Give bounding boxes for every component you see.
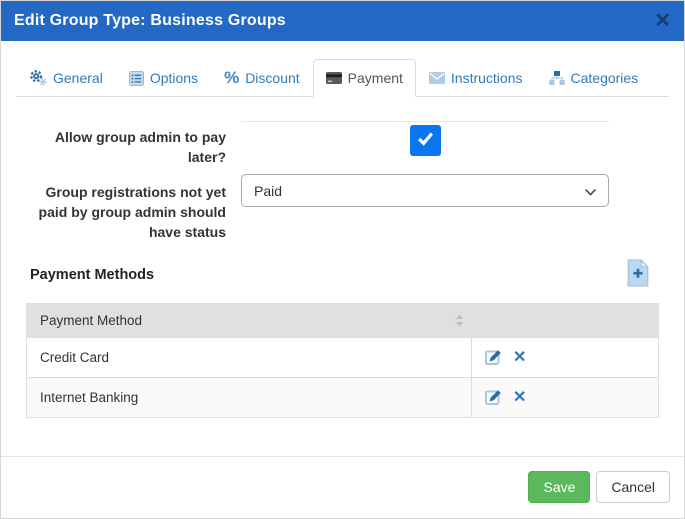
payment-methods-heading: Payment Methods — [30, 267, 154, 283]
status-select-value: Paid — [254, 183, 282, 199]
table-row: Credit Card ✕ — [27, 337, 658, 377]
tab-categories-label: Categories — [571, 70, 639, 86]
percent-icon: % — [224, 69, 239, 86]
delete-button[interactable]: ✕ — [513, 350, 526, 366]
status-select[interactable]: Paid — [241, 174, 609, 207]
tab-instructions-label: Instructions — [451, 70, 523, 86]
checkmark-icon — [415, 128, 436, 154]
payment-methods-table: Payment Method Credit Card — [26, 303, 659, 418]
edit-button[interactable] — [484, 387, 503, 409]
payment-methods-header-row: Payment Methods — [26, 260, 659, 290]
list-icon — [129, 71, 144, 86]
tab-discount-label: Discount — [245, 70, 299, 86]
tab-payment-label: Payment — [348, 70, 403, 86]
tab-panel-payment: Allow group admin to pay later? Group re… — [1, 121, 684, 418]
pay-later-checkbox[interactable] — [410, 125, 441, 156]
cancel-button[interactable]: Cancel — [596, 471, 670, 503]
delete-button[interactable]: ✕ — [513, 390, 526, 406]
envelope-icon — [429, 72, 445, 84]
pay-later-field — [241, 121, 609, 167]
modal-footer: Save Cancel — [1, 456, 684, 518]
payment-method-name: Credit Card — [27, 338, 472, 377]
file-plus-icon — [627, 259, 649, 292]
tab-general-label: General — [53, 70, 103, 86]
table-header-row: Payment Method — [27, 304, 658, 337]
table-row: Internet Banking ✕ — [27, 377, 658, 417]
sitemap-icon — [549, 71, 565, 85]
edit-group-type-modal: Edit Group Type: Business Groups ✕ Gener… — [0, 0, 685, 519]
edit-button[interactable] — [484, 347, 503, 369]
tab-instructions[interactable]: Instructions — [416, 59, 536, 97]
tab-payment[interactable]: Payment — [313, 59, 416, 97]
save-button[interactable]: Save — [528, 471, 590, 503]
row-actions: ✕ — [472, 338, 658, 377]
status-row: Group registrations not yet paid by grou… — [26, 174, 659, 242]
tab-bar: General Options % Discount — [16, 58, 669, 97]
pay-later-label: Allow group admin to pay later? — [26, 121, 241, 167]
tab-discount[interactable]: % Discount — [211, 58, 313, 97]
row-actions: ✕ — [472, 378, 658, 417]
column-header-payment-method[interactable]: Payment Method — [27, 304, 472, 337]
sort-icon[interactable] — [455, 314, 464, 327]
edit-icon — [484, 347, 503, 369]
status-label: Group registrations not yet paid by grou… — [26, 174, 241, 242]
add-payment-method-button[interactable] — [627, 259, 649, 292]
gears-icon — [29, 69, 47, 86]
modal-title: Edit Group Type: Business Groups — [14, 12, 286, 30]
close-icon[interactable]: ✕ — [654, 11, 671, 31]
modal-header: Edit Group Type: Business Groups ✕ — [1, 1, 684, 41]
payment-method-name: Internet Banking — [27, 378, 472, 417]
chevron-down-icon — [585, 183, 596, 199]
tab-options[interactable]: Options — [116, 59, 211, 97]
edit-icon — [484, 387, 503, 409]
credit-card-icon — [326, 72, 342, 84]
tab-general[interactable]: General — [16, 58, 116, 97]
tab-options-label: Options — [150, 70, 198, 86]
tab-categories[interactable]: Categories — [536, 59, 652, 97]
pay-later-row: Allow group admin to pay later? — [26, 121, 659, 167]
